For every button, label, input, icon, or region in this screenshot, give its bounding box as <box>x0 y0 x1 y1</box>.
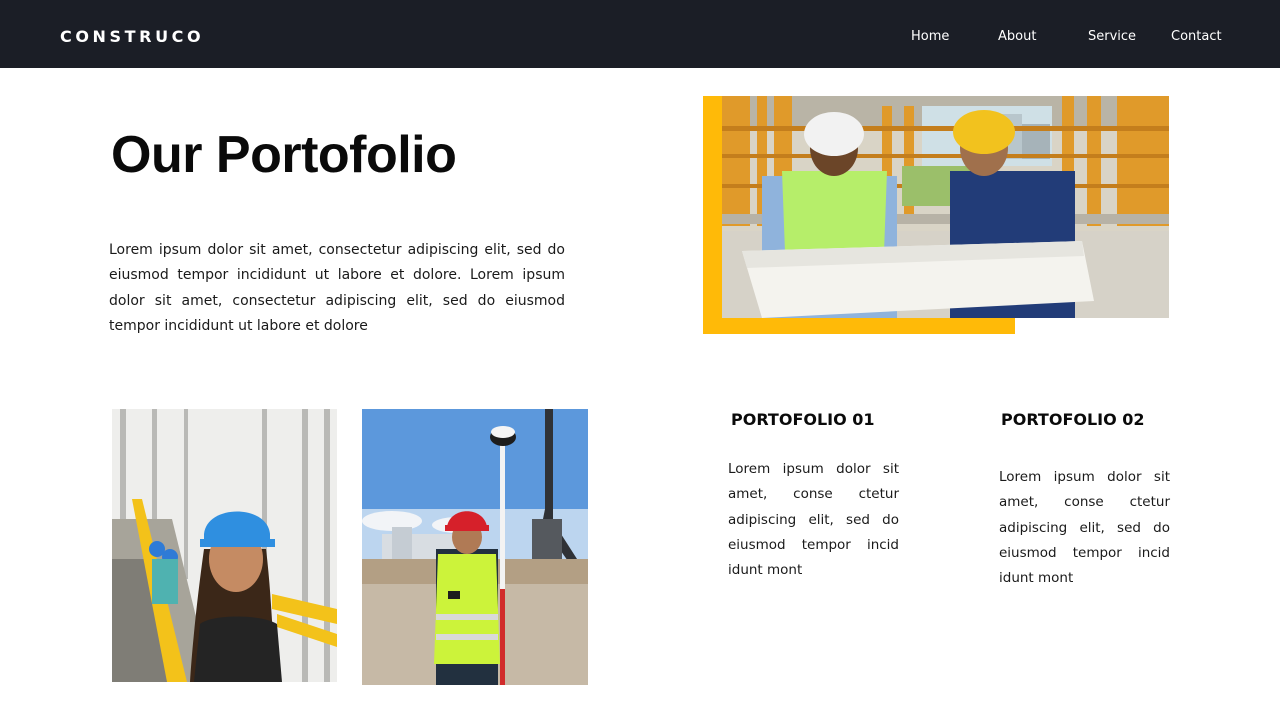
surveyor-photo <box>362 409 588 685</box>
portfolio-02-text: Lorem ipsum dolor sit amet, conse ctetur… <box>999 469 1170 587</box>
page-title: Our Portofolio <box>111 126 457 184</box>
worker-woman-photo <box>112 409 337 682</box>
nav-contact-link[interactable]: Contact <box>1171 28 1222 46</box>
nav-service-link[interactable]: Service <box>1088 28 1136 46</box>
top-navbar: CONSTRUCO Home About Service Contact <box>0 0 1280 68</box>
hero-workers-photo <box>722 96 1169 318</box>
portfolio-02-title: PORTOFOLIO 02 <box>1001 410 1145 429</box>
nav-about-link[interactable]: About <box>998 28 1036 46</box>
portfolio-01-text: Lorem ipsum dolor sit amet, conse ctetur… <box>728 461 899 579</box>
intro-paragraph: Lorem ipsum dolor sit amet, consectetur … <box>109 242 565 334</box>
portfolio-01-title: PORTOFOLIO 01 <box>731 410 875 429</box>
brand-logo[interactable]: CONSTRUCO <box>60 27 204 47</box>
nav-home-link[interactable]: Home <box>911 28 949 46</box>
